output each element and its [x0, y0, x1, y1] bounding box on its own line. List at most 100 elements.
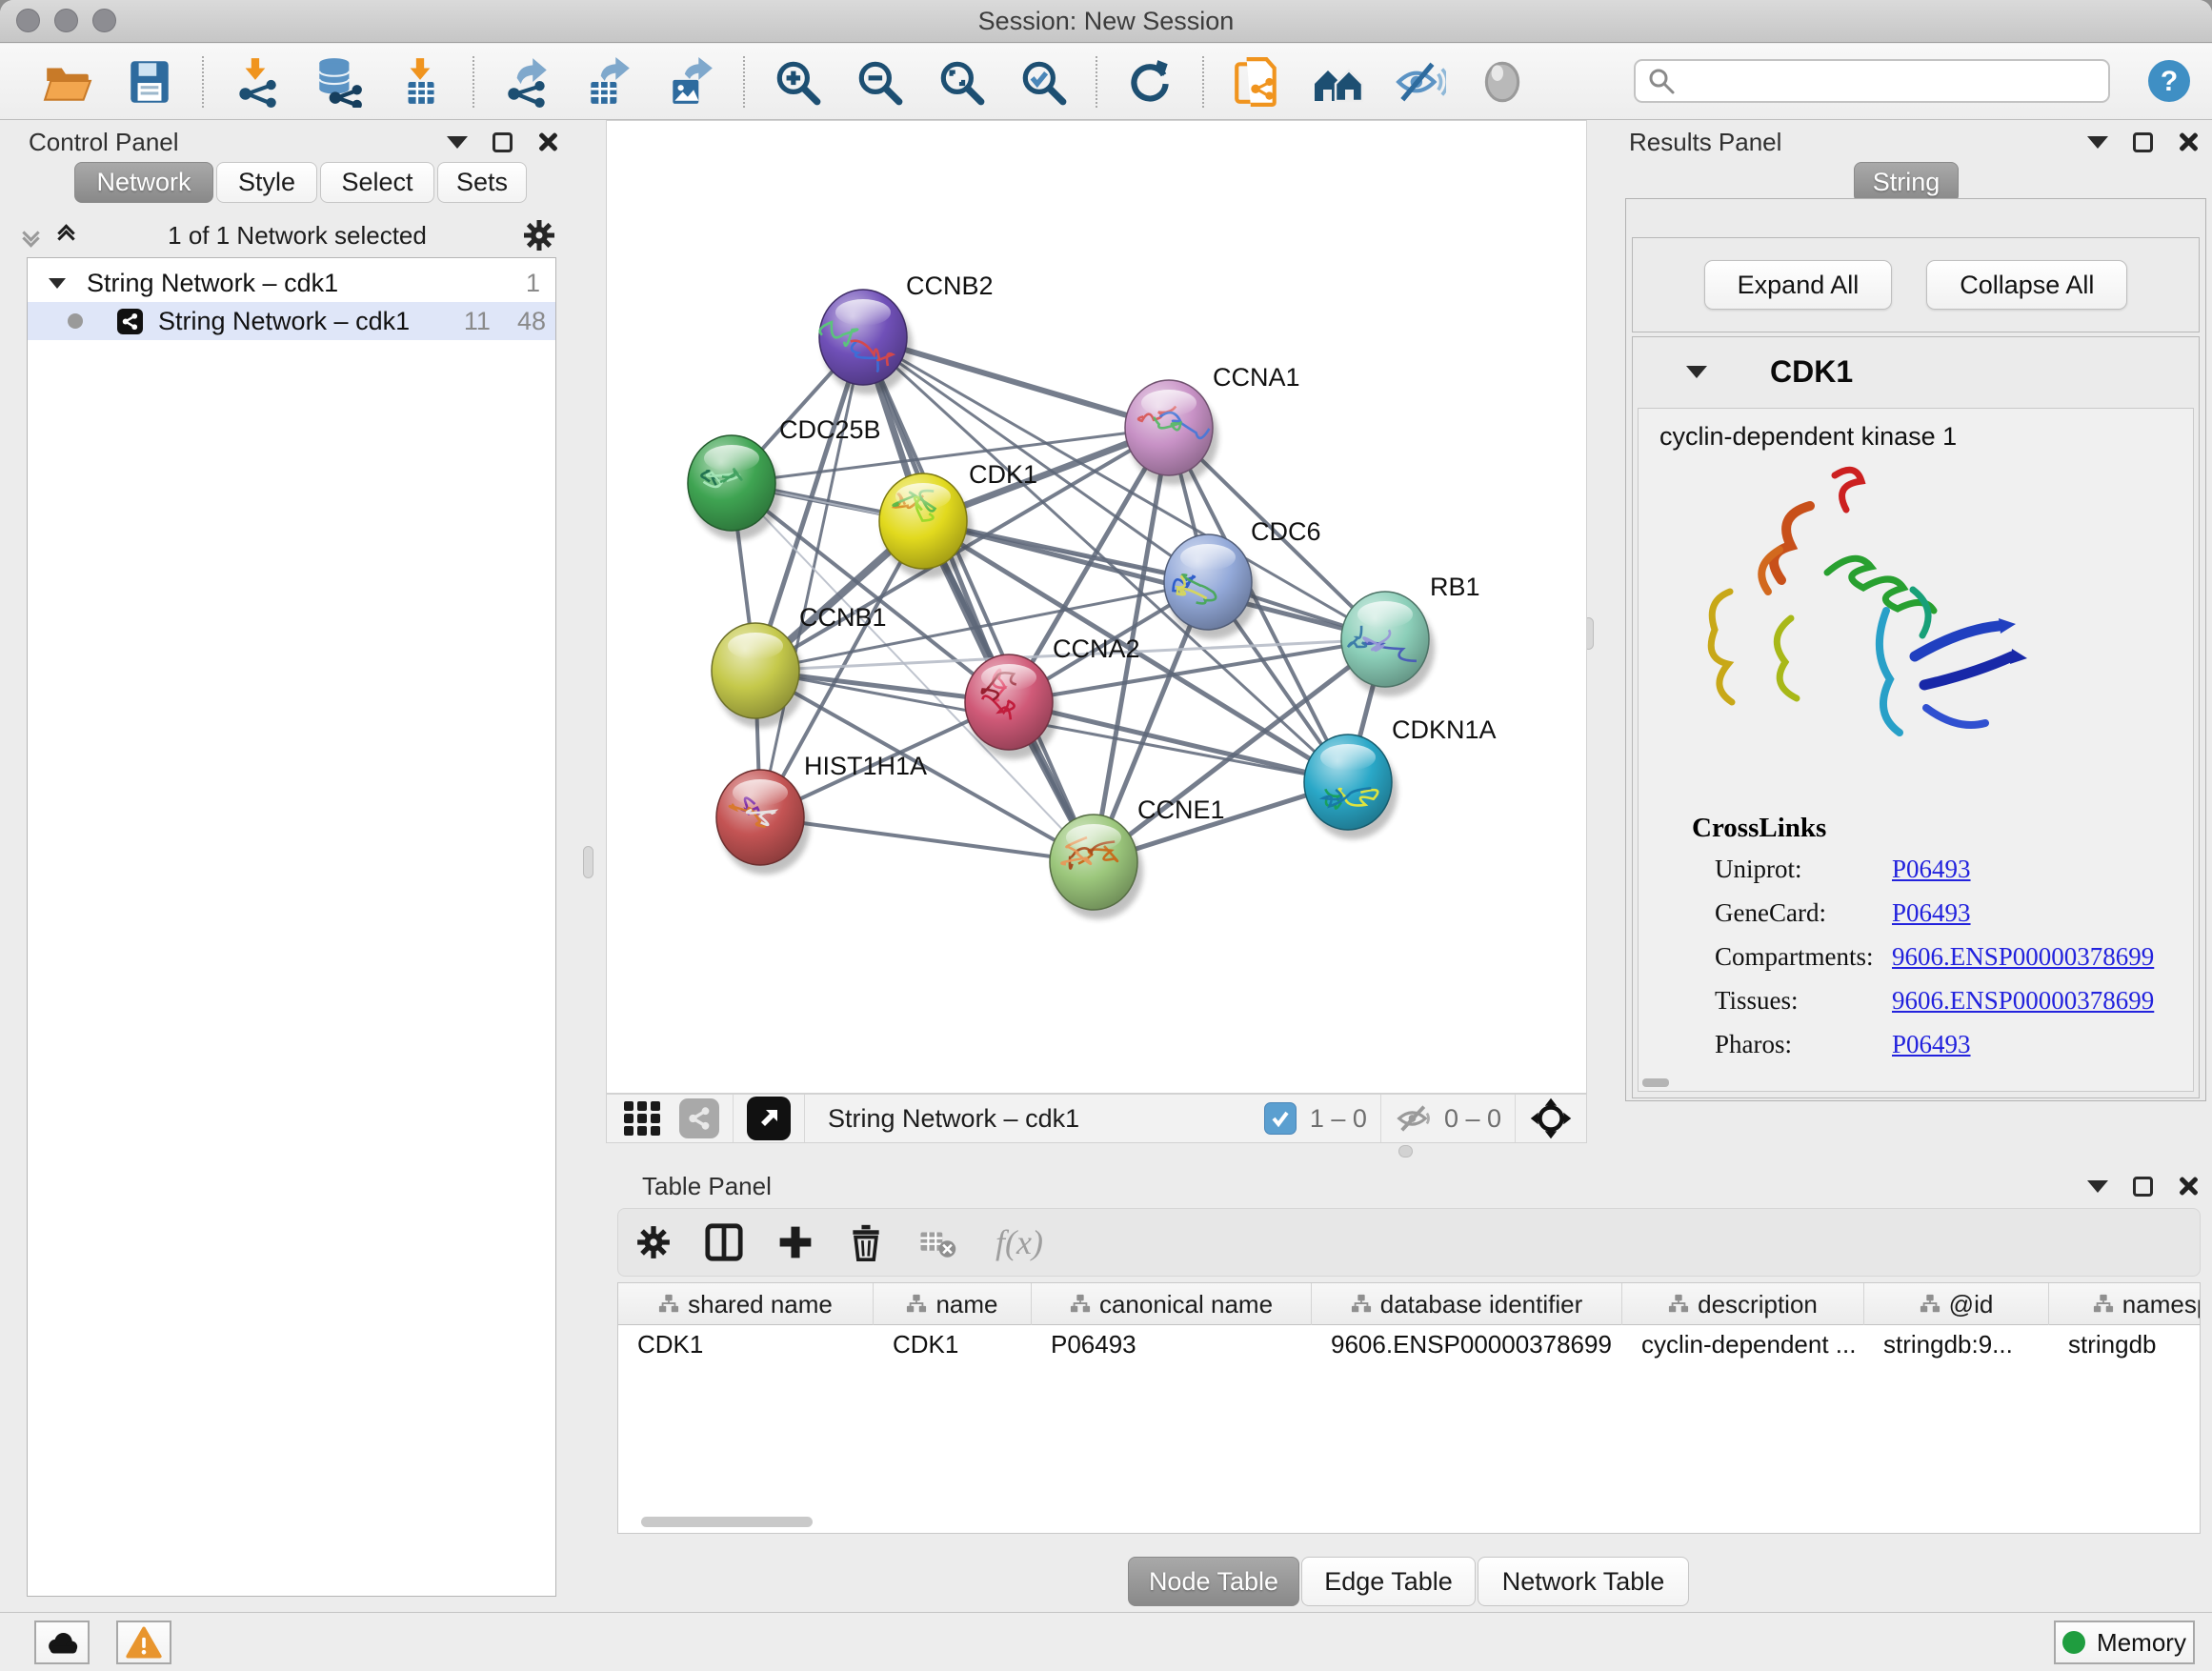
open-session-button[interactable] — [41, 55, 94, 109]
network-node[interactable]: CCNA1 — [1125, 363, 1300, 485]
column-header[interactable]: name — [874, 1283, 1032, 1325]
right-splitter[interactable] — [1587, 120, 1621, 1160]
memory-button[interactable]: Memory — [2054, 1621, 2195, 1664]
close-panel-icon[interactable] — [537, 131, 558, 152]
float-panel-icon[interactable] — [2133, 132, 2153, 152]
zoom-selected-button[interactable] — [1016, 55, 1070, 109]
zoom-fit-button[interactable] — [935, 55, 988, 109]
tab-node-table[interactable]: Node Table — [1128, 1557, 1299, 1606]
table-cell[interactable]: CDK1 — [874, 1330, 1032, 1359]
table-cell[interactable]: stringdb — [2049, 1330, 2201, 1359]
network-node[interactable]: CDC6 — [1164, 517, 1321, 639]
table-data-row[interactable]: CDK1CDK1P064939606.ENSP00000378699cyclin… — [618, 1325, 2201, 1363]
network-edge[interactable] — [1009, 702, 1348, 782]
zoom-out-button[interactable] — [853, 55, 906, 109]
import-table-file-button[interactable] — [393, 55, 447, 109]
export-network-button[interactable] — [500, 55, 553, 109]
crosslink-row: GeneCard:P06493 — [1715, 898, 2191, 928]
column-header[interactable]: description — [1622, 1283, 1864, 1325]
network-canvas[interactable]: CCNB2CCNA1CDC25BCDK1CDC6RB1CCNB1CCNA2CDK… — [606, 120, 1587, 1094]
tab-network[interactable]: Network — [74, 162, 213, 203]
search-input[interactable] — [1676, 67, 2085, 96]
cdk1-section-header[interactable]: CDK1 — [1633, 337, 2199, 406]
import-network-file-button[interactable] — [230, 55, 283, 109]
detach-view-button[interactable] — [747, 1097, 791, 1140]
crosslink-value-link[interactable]: P06493 — [1892, 855, 1971, 884]
search-box[interactable] — [1634, 59, 2110, 103]
tab-string[interactable]: String — [1854, 162, 1959, 203]
network-node[interactable]: CDKN1A — [1304, 715, 1497, 839]
network-node[interactable]: HIST1H1A — [716, 752, 927, 875]
gear-icon[interactable] — [635, 1224, 672, 1260]
add-column-icon[interactable] — [776, 1223, 814, 1261]
network-edge[interactable] — [863, 337, 1094, 862]
network-row[interactable]: String Network – cdk1 11 48 — [28, 302, 555, 340]
export-table-button[interactable] — [582, 55, 635, 109]
panel-menu-icon[interactable] — [2087, 136, 2108, 149]
column-header[interactable]: namespace — [2049, 1283, 2201, 1325]
collapse-all-icon[interactable] — [25, 227, 37, 245]
center-view-crosshair-icon[interactable] — [1529, 1097, 1573, 1140]
cloud-status-button[interactable] — [34, 1621, 90, 1664]
import-network-database-button[interactable] — [312, 55, 365, 109]
warnings-button[interactable] — [116, 1621, 171, 1664]
tab-style[interactable]: Style — [216, 162, 317, 203]
left-splitter[interactable] — [572, 120, 606, 1612]
expand-all-button[interactable]: Expand All — [1704, 260, 1893, 310]
network-node[interactable]: RB1 — [1341, 573, 1480, 696]
refresh-layout-button[interactable] — [1123, 55, 1176, 109]
table-cell[interactable]: cyclin-dependent ... — [1622, 1330, 1864, 1359]
crosslink-value-link[interactable]: P06493 — [1892, 898, 1971, 928]
panel-menu-icon[interactable] — [2087, 1180, 2108, 1193]
tab-select[interactable]: Select — [320, 162, 434, 203]
panel-menu-icon[interactable] — [447, 136, 468, 149]
network-node[interactable]: CCNE1 — [1050, 795, 1225, 919]
section-collapse-icon[interactable] — [1686, 366, 1707, 378]
table-hscrollbar-thumb[interactable] — [641, 1517, 813, 1527]
collection-expand-icon[interactable] — [49, 278, 66, 289]
column-header[interactable]: @id — [1864, 1283, 2049, 1325]
save-session-button[interactable] — [123, 55, 176, 109]
expand-all-icon[interactable] — [60, 227, 72, 245]
tab-network-table[interactable]: Network Table — [1478, 1557, 1689, 1606]
column-header[interactable]: shared name — [618, 1283, 874, 1325]
home-pages-button[interactable] — [1312, 55, 1365, 109]
search-icon — [1647, 67, 1676, 95]
export-image-button[interactable] — [664, 55, 717, 109]
crosslink-value-link[interactable]: P06493 — [1892, 1030, 1971, 1059]
table-cell[interactable]: CDK1 — [618, 1330, 874, 1359]
selected-checkbox-icon[interactable] — [1264, 1102, 1297, 1135]
table-cell[interactable]: stringdb:9... — [1864, 1330, 2049, 1359]
hide-selected-button[interactable] — [1394, 55, 1447, 109]
node-table[interactable]: shared namenamecanonical namedatabase id… — [617, 1282, 2201, 1534]
network-edge[interactable] — [760, 817, 1094, 862]
results-scrollbar-thumb[interactable] — [1642, 1078, 1669, 1087]
float-panel-icon[interactable] — [493, 132, 513, 152]
network-collection-row[interactable]: String Network – cdk1 1 — [28, 264, 555, 302]
splitter-handle[interactable] — [583, 846, 593, 878]
grid-view-button[interactable] — [622, 1097, 664, 1139]
tab-sets[interactable]: Sets — [437, 162, 527, 203]
horizontal-splitter-handle[interactable] — [1398, 1145, 1413, 1158]
column-header[interactable]: database identifier — [1312, 1283, 1622, 1325]
table-cell[interactable]: P06493 — [1032, 1330, 1312, 1359]
crosslink-value-link[interactable]: 9606.ENSP00000378699 — [1892, 986, 2154, 1016]
close-panel-icon[interactable] — [2178, 131, 2199, 152]
close-panel-icon[interactable] — [2178, 1176, 2199, 1197]
network-from-clipboard-button[interactable] — [1230, 55, 1283, 109]
column-header[interactable]: canonical name — [1032, 1283, 1312, 1325]
tab-edge-table[interactable]: Edge Table — [1301, 1557, 1476, 1606]
gear-icon[interactable] — [522, 218, 556, 252]
show-columns-icon[interactable] — [704, 1222, 744, 1262]
show-hidden-button[interactable] — [1476, 55, 1529, 109]
collapse-all-button[interactable]: Collapse All — [1926, 260, 2127, 310]
crosslink-value-link[interactable]: 9606.ENSP00000378699 — [1892, 942, 2154, 972]
network-graph[interactable]: CCNB2CCNA1CDC25BCDK1CDC6RB1CCNB1CCNA2CDK… — [607, 121, 1586, 1093]
network-view-button[interactable] — [679, 1098, 719, 1138]
zoom-in-button[interactable] — [771, 55, 824, 109]
delete-column-icon[interactable] — [847, 1223, 885, 1261]
table-cell[interactable]: 9606.ENSP00000378699 — [1312, 1330, 1622, 1359]
help-button[interactable]: ? — [2145, 57, 2193, 105]
network-edge[interactable] — [760, 337, 863, 817]
float-panel-icon[interactable] — [2133, 1177, 2153, 1197]
